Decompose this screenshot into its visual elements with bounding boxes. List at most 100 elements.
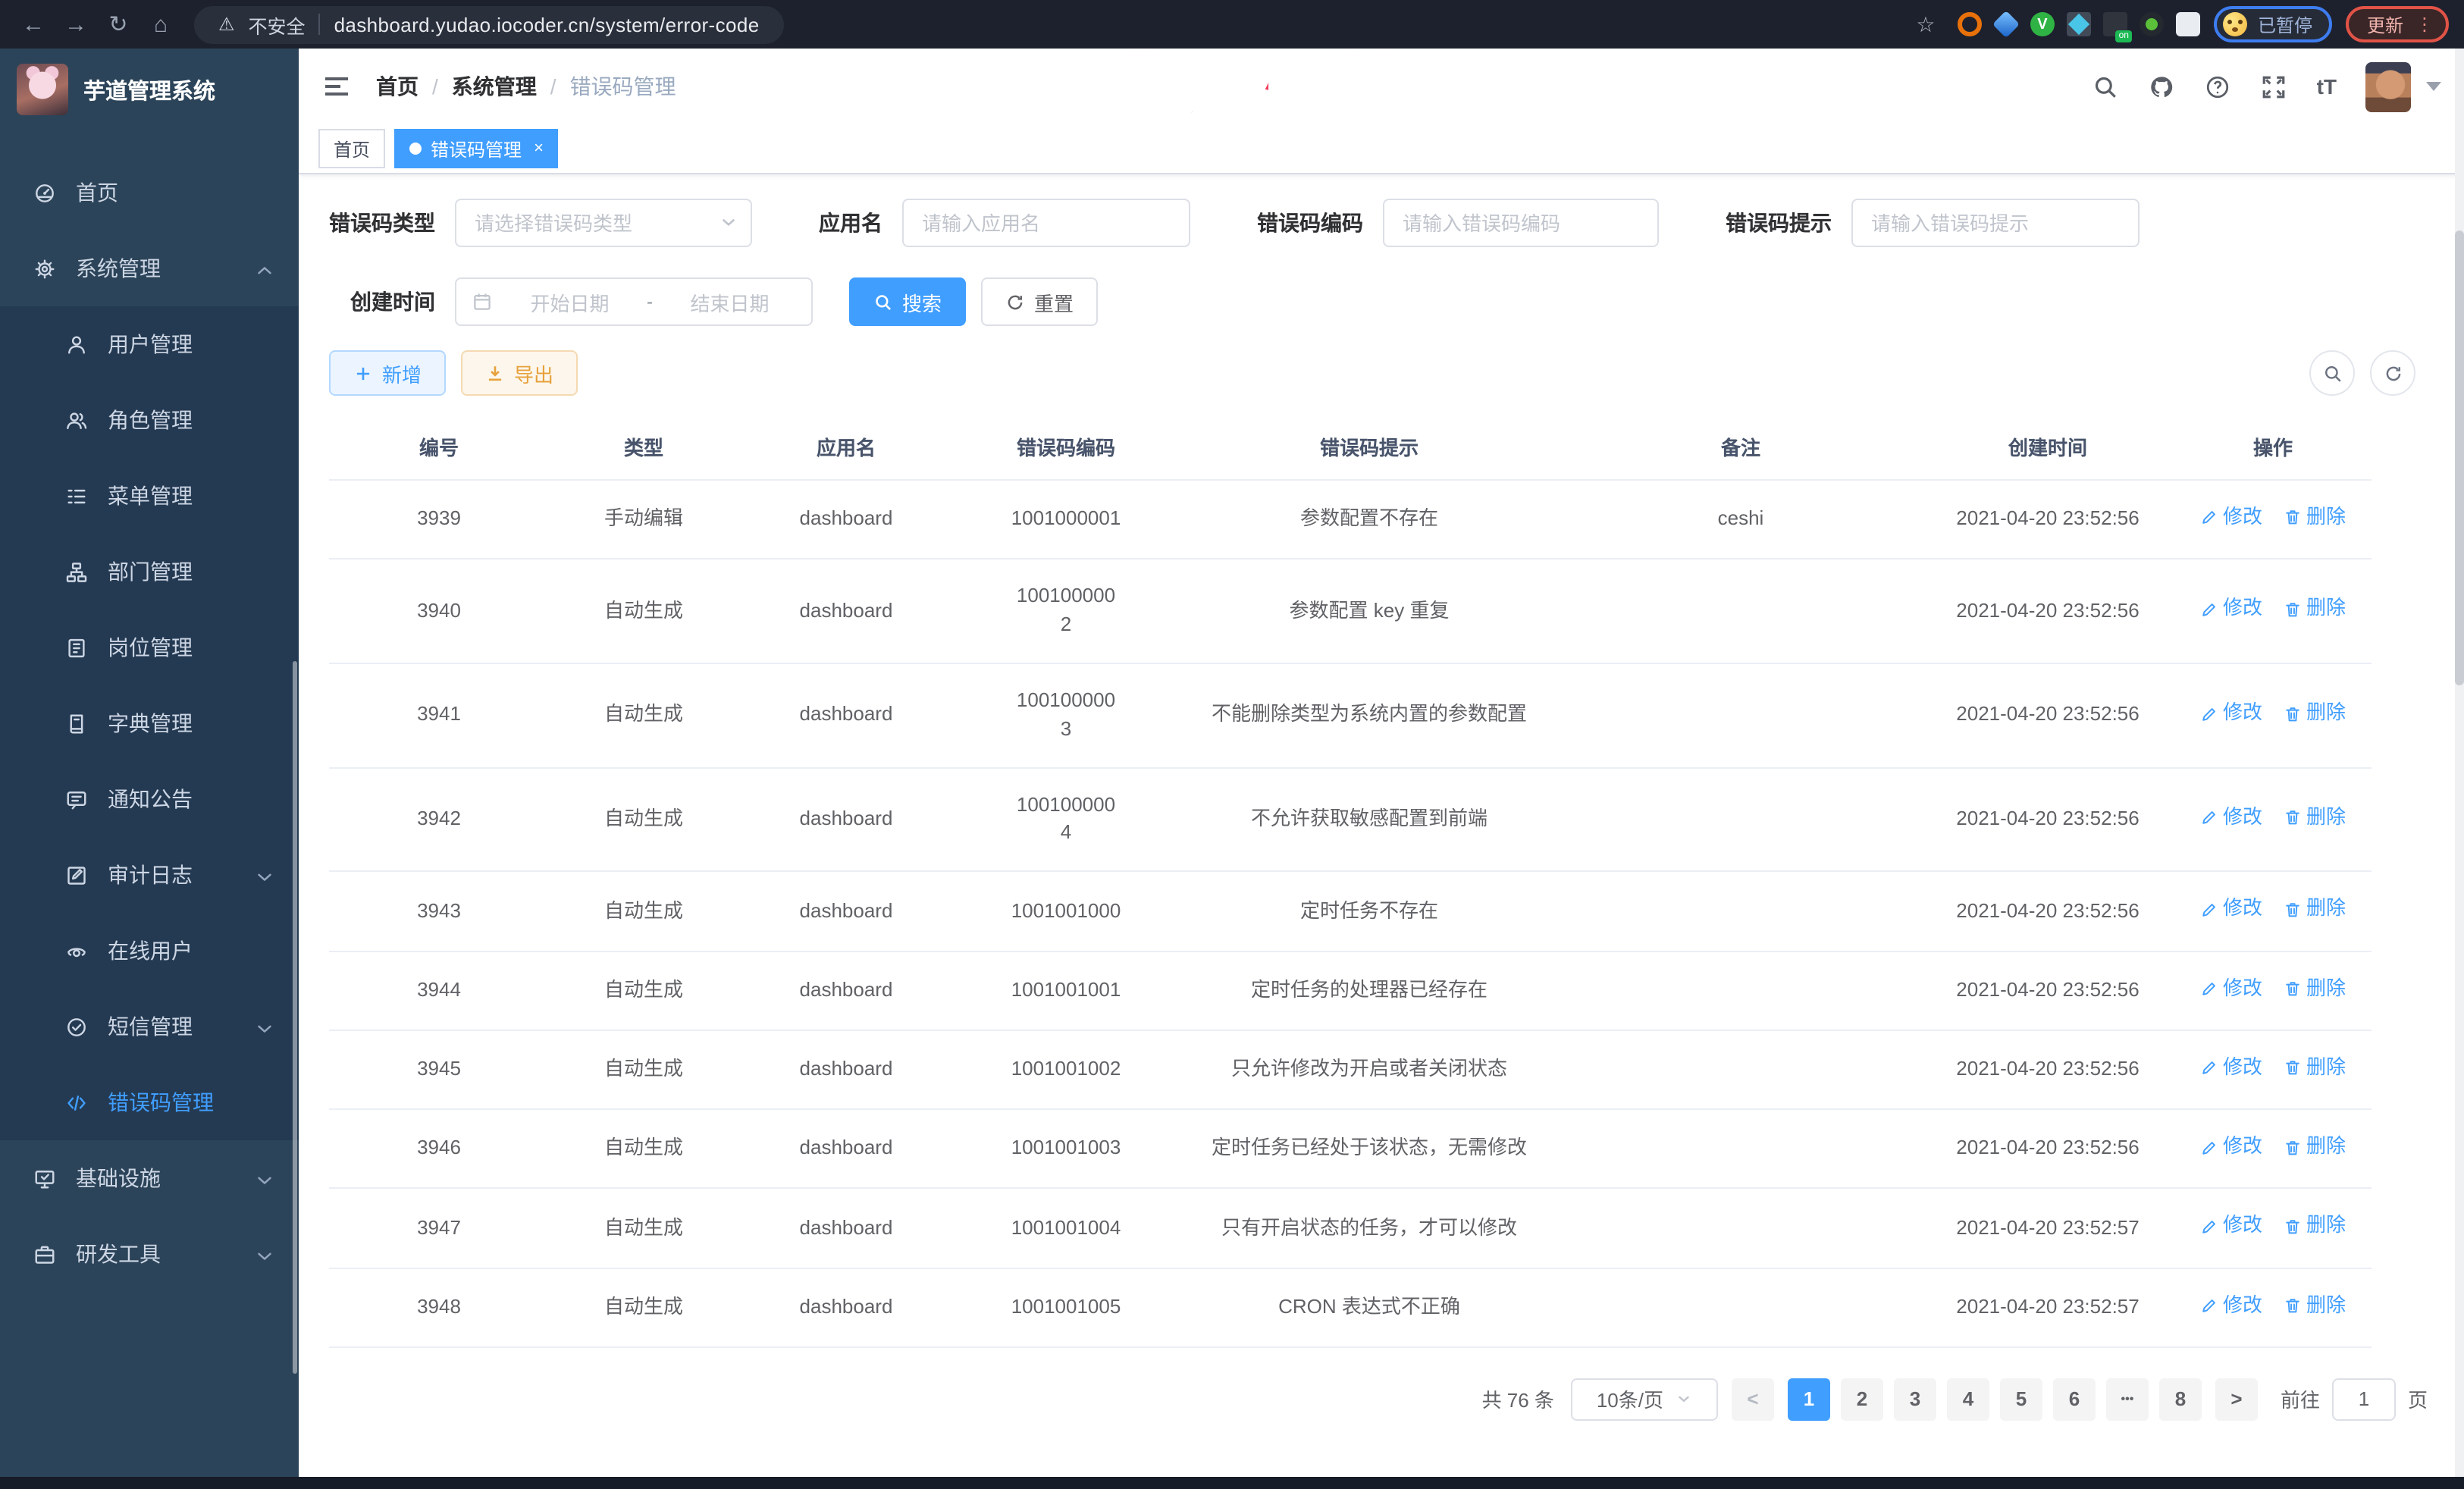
sidebar-item-审计日志[interactable]: 审计日志 [0, 837, 299, 913]
sidebar-item-字典管理[interactable]: 字典管理 [0, 685, 299, 761]
tab-home[interactable]: 首页 [318, 129, 385, 168]
breadcrumb-home[interactable]: 首页 [376, 71, 419, 102]
help-icon[interactable] [2205, 73, 2232, 100]
sidebar-item-在线用户[interactable]: 在线用户 [0, 913, 299, 989]
hamburger-icon[interactable] [321, 71, 352, 102]
page-size-select[interactable]: 10条/页 [1571, 1378, 1718, 1421]
sidebar-item-系统管理[interactable]: 系统管理 [0, 230, 299, 306]
more-pages-button[interactable]: ••• [2106, 1378, 2149, 1421]
column-header: 错误码编码 [954, 414, 1178, 480]
user-menu[interactable] [2365, 61, 2441, 111]
time-label: 创建时间 [350, 287, 435, 317]
profile-paused-chip[interactable]: 已暂停 [2214, 6, 2332, 42]
window-scrollbar[interactable] [2455, 49, 2464, 1477]
close-icon[interactable]: × [534, 139, 544, 158]
search-icon[interactable] [2093, 73, 2120, 100]
reload-icon[interactable]: ↻ [100, 6, 136, 42]
fullscreen-icon[interactable] [2261, 73, 2288, 100]
edit-link[interactable]: 修改 [2200, 895, 2262, 924]
msg-input[interactable] [1851, 199, 2140, 247]
sidebar-item-首页[interactable]: 首页 [0, 155, 299, 230]
date-range-picker[interactable]: 开始日期 - 结束日期 [455, 277, 813, 326]
edit-link[interactable]: 修改 [2200, 1291, 2262, 1320]
sidebar-logo[interactable]: 芋道管理系统 [0, 49, 299, 130]
type-select[interactable] [455, 199, 752, 247]
sidebar-item-岗位管理[interactable]: 岗位管理 [0, 610, 299, 685]
puzzle-ext-icon[interactable] [2176, 12, 2200, 36]
paused-label: 已暂停 [2258, 11, 2312, 37]
sidebar-item-用户管理[interactable]: 用户管理 [0, 306, 299, 382]
page-button-4[interactable]: 4 [1947, 1378, 1989, 1421]
total-count: 共 76 条 [1482, 1385, 1554, 1414]
github-icon[interactable] [2149, 73, 2176, 100]
edit-link[interactable]: 修改 [2200, 974, 2262, 1003]
font-size-icon[interactable]: tT [2317, 74, 2337, 99]
sidebar-item-部门管理[interactable]: 部门管理 [0, 534, 299, 610]
forward-icon[interactable]: → [58, 6, 94, 42]
app-title: 芋道管理系统 [83, 74, 215, 105]
delete-link[interactable]: 删除 [2284, 895, 2346, 924]
sidebar-item-短信管理[interactable]: 短信管理 [0, 989, 299, 1064]
home-icon[interactable]: ⌂ [143, 6, 179, 42]
back-icon[interactable]: ← [15, 6, 52, 42]
app-input[interactable] [902, 199, 1190, 247]
address-bar[interactable]: ⚠ 不安全 dashboard.yudao.iocoder.cn/system/… [194, 5, 784, 43]
sidebar-scrollbar[interactable] [293, 661, 297, 1374]
prev-page-button[interactable]: < [1732, 1378, 1774, 1421]
bookmark-star-icon[interactable]: ☆ [1908, 6, 1944, 42]
edit-link[interactable]: 修改 [2200, 1212, 2262, 1241]
browser-update-chip[interactable]: 更新 ⋮ [2346, 6, 2449, 42]
breadcrumb-system[interactable]: 系统管理 [452, 71, 537, 102]
delete-link[interactable]: 删除 [2284, 1133, 2346, 1161]
reset-button[interactable]: 重置 [981, 277, 1098, 326]
delete-link[interactable]: 删除 [2284, 1054, 2346, 1083]
frog-ext-icon[interactable] [2140, 12, 2164, 36]
delete-link[interactable]: 删除 [2284, 1212, 2346, 1241]
sidebar-item-角色管理[interactable]: 角色管理 [0, 382, 299, 458]
edit-link[interactable]: 修改 [2200, 503, 2262, 532]
page-button-6[interactable]: 6 [2053, 1378, 2096, 1421]
grid-ext-icon[interactable] [2067, 12, 2091, 36]
goto-page-input[interactable] [2332, 1378, 2396, 1421]
table-row: 3948自动生成dashboard1001001005CRON 表达式不正确20… [329, 1268, 2372, 1347]
next-page-button[interactable]: > [2215, 1378, 2258, 1421]
delete-link[interactable]: 删除 [2284, 1291, 2346, 1320]
sidebar-item-研发工具[interactable]: 研发工具 [0, 1216, 299, 1292]
page-button-3[interactable]: 3 [1894, 1378, 1936, 1421]
app-label: 应用名 [819, 208, 882, 238]
page-button-2[interactable]: 2 [1841, 1378, 1883, 1421]
v-ext-icon[interactable]: V [2030, 12, 2055, 36]
add-button[interactable]: 新增 [329, 350, 446, 396]
toggle-search-button[interactable] [2309, 350, 2355, 396]
edit-link[interactable]: 修改 [2200, 595, 2262, 624]
code-input[interactable] [1383, 199, 1659, 247]
sidebar-item-通知公告[interactable]: 通知公告 [0, 761, 299, 837]
page-button-1[interactable]: 1 [1788, 1378, 1830, 1421]
browser-menu-icon[interactable]: ⋮ [2415, 14, 2434, 35]
column-header: 操作 [2174, 414, 2372, 480]
tab-error-code[interactable]: 错误码管理 × [394, 129, 559, 168]
audit-log-icon [64, 863, 88, 887]
table-row: 3941自动生成dashboard1001000003不能删除类型为系统内置的参… [329, 663, 2372, 767]
page-button-5[interactable]: 5 [2000, 1378, 2042, 1421]
edit-link[interactable]: 修改 [2200, 699, 2262, 728]
delete-link[interactable]: 删除 [2284, 595, 2346, 624]
gem-ext-icon[interactable] [1992, 11, 2020, 38]
page-button-8[interactable]: 8 [2159, 1378, 2202, 1421]
refresh-button[interactable] [2370, 350, 2415, 396]
delete-link[interactable]: 删除 [2284, 503, 2346, 532]
edit-link[interactable]: 修改 [2200, 1054, 2262, 1083]
search-button[interactable]: 搜索 [849, 277, 966, 326]
ubuntu-ext-icon[interactable] [1958, 12, 1982, 36]
sidebar-item-基础设施[interactable]: 基础设施 [0, 1140, 299, 1216]
delete-link[interactable]: 删除 [2284, 804, 2346, 832]
export-button[interactable]: 导出 [461, 350, 578, 396]
edit-link[interactable]: 修改 [2200, 1133, 2262, 1161]
notice-icon [64, 787, 88, 811]
sidebar-item-错误码管理[interactable]: 错误码管理 [0, 1064, 299, 1140]
edit-link[interactable]: 修改 [2200, 804, 2262, 832]
delete-link[interactable]: 删除 [2284, 699, 2346, 728]
delete-link[interactable]: 删除 [2284, 974, 2346, 1003]
sidebar-item-菜单管理[interactable]: 菜单管理 [0, 458, 299, 534]
onenote-ext-icon[interactable]: on [2103, 12, 2127, 36]
